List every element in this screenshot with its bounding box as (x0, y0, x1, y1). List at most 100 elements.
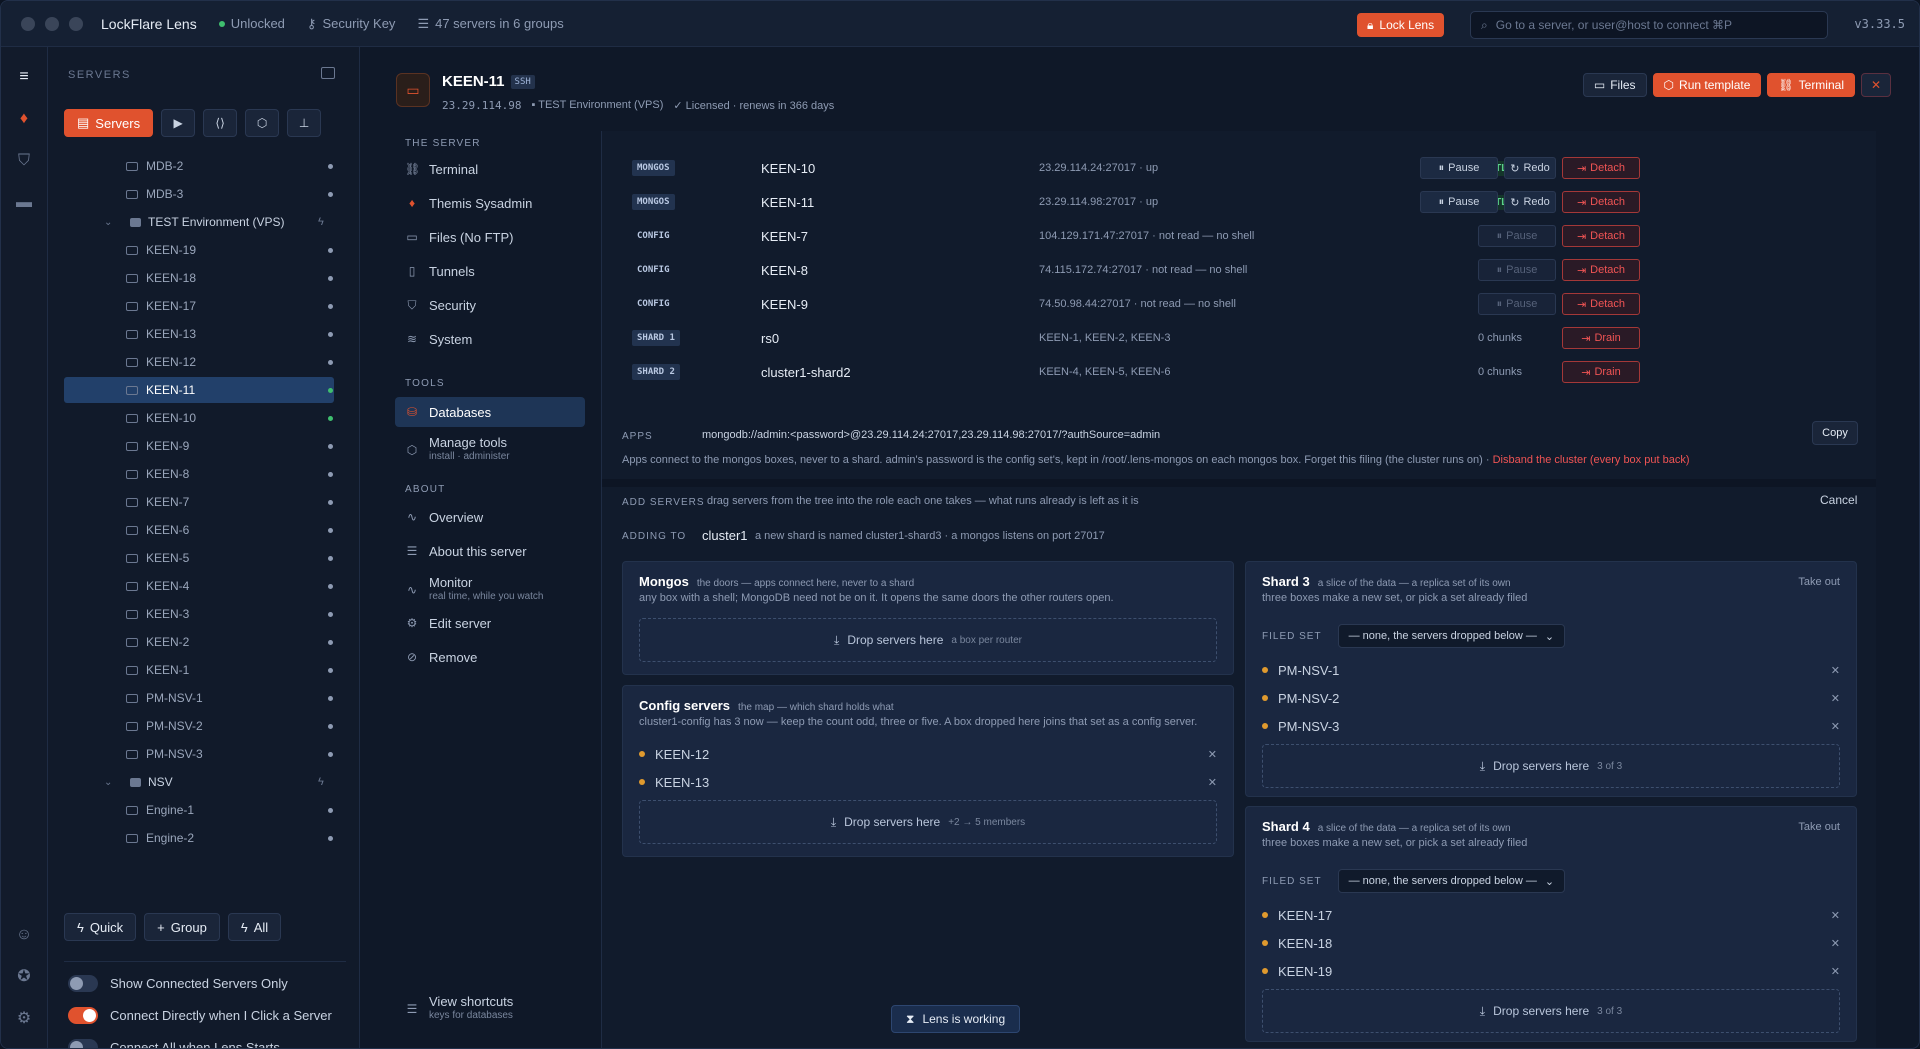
tree-server-item[interactable]: KEEN-10 (64, 405, 334, 431)
nav-manage-tools[interactable]: ⬡ Manage tools install · administer (395, 431, 585, 469)
nav-security[interactable]: ⛉ Security (395, 291, 585, 319)
remove-member-icon[interactable]: ✕ (1831, 720, 1840, 733)
tree-server-item[interactable]: Engine-2 (64, 825, 334, 851)
detach-button[interactable]: ⇥ Detach (1562, 157, 1640, 179)
terminal-button[interactable]: ⛓ Terminal (1767, 73, 1855, 97)
tree-server-item[interactable]: KEEN-4 (64, 573, 334, 599)
tree-group[interactable]: ⌄ NSV ϟ (64, 769, 334, 795)
servers-tool-button[interactable]: ▤ Servers (64, 109, 154, 137)
remove-member-icon[interactable]: ✕ (1208, 748, 1217, 761)
toggle-connect-directly[interactable]: Connect Directly when I Click a Server (68, 1007, 332, 1024)
minimize-window-button[interactable] (45, 16, 59, 31)
box-tool-button[interactable]: ⬡ (245, 109, 280, 137)
cancel-button[interactable]: Cancel (1820, 493, 1857, 507)
tree-server-item[interactable]: KEEN-12 (64, 349, 334, 375)
tree-server-item[interactable]: KEEN-17 (64, 293, 334, 319)
tree-server-item[interactable]: MDB-2 (64, 153, 334, 179)
folder-rail-icon[interactable]: ▬ (14, 193, 34, 213)
tree-server-item[interactable]: KEEN-2 (64, 629, 334, 655)
toggle-show-connected[interactable]: Show Connected Servers Only (68, 975, 288, 992)
drain-button[interactable]: ⇥ Drain (1562, 327, 1640, 349)
redo-button[interactable]: ↻ Redo (1504, 191, 1556, 213)
remove-member-icon[interactable]: ✕ (1208, 776, 1217, 789)
tree-server-item[interactable]: KEEN-3 (64, 601, 334, 627)
nav-edit-server[interactable]: ⚙ Edit server (395, 609, 585, 637)
detach-button[interactable]: ⇥ Detach (1562, 293, 1640, 315)
chevron-down-icon[interactable]: ⌄ (104, 777, 112, 788)
nav-tunnels[interactable]: ▯ Tunnels (395, 257, 585, 285)
all-button[interactable]: ϟ All (227, 913, 282, 941)
topology-tool-button[interactable]: ⊥ (287, 109, 322, 137)
detach-button[interactable]: ⇥ Detach (1562, 259, 1640, 281)
nav-about-server[interactable]: ☰ About this server (395, 537, 585, 565)
toggle-switch[interactable] (68, 975, 98, 992)
pause-button[interactable]: ⏸ Pause (1420, 191, 1498, 213)
lock-lens-button[interactable]: 🔒︎ Lock Lens (1357, 13, 1445, 37)
nav-remove[interactable]: ⊘ Remove (395, 643, 585, 671)
close-window-button[interactable] (21, 16, 35, 31)
quick-button[interactable]: ϟ Quick (64, 913, 137, 941)
flame-rail-icon[interactable]: ♦ (14, 109, 34, 129)
toggle-connect-all[interactable]: Connect All when Lens Starts (68, 1039, 280, 1048)
disband-cluster-link[interactable]: Disband the cluster (every box put back) (1493, 454, 1690, 466)
config-drop-zone[interactable]: ⤓ Drop servers here +2 → 5 members (639, 800, 1217, 844)
badge-rail-icon[interactable]: ✪ (14, 967, 34, 987)
maximize-window-button[interactable] (69, 16, 83, 31)
pause-button[interactable]: ⏸ Pause (1420, 157, 1498, 179)
drain-button[interactable]: ⇥ Drain (1562, 361, 1640, 383)
play-tool-button[interactable]: ▶ (161, 109, 196, 137)
gear-icon[interactable]: ⚙ (14, 1009, 34, 1029)
nav-themis-sysadmin[interactable]: ♦ Themis Sysadmin (395, 189, 585, 217)
close-button[interactable]: ✕ (1861, 73, 1891, 97)
tree-server-item[interactable]: KEEN-11 (64, 377, 334, 403)
run-template-button[interactable]: ⬡ Run template (1652, 73, 1762, 97)
tree-server-item[interactable]: KEEN-18 (64, 265, 334, 291)
pause-button[interactable]: ⏸ Pause (1478, 225, 1556, 247)
nav-terminal[interactable]: ⛓ Terminal (395, 155, 585, 183)
take-out-button[interactable]: Take out (1798, 576, 1840, 588)
users-rail-icon[interactable]: ☺ (14, 925, 34, 945)
filed-set-select[interactable]: — none, the servers dropped below — ⌄ (1337, 869, 1566, 893)
take-out-button[interactable]: Take out (1798, 821, 1840, 833)
code-tool-button[interactable]: ⟨⟩ (203, 109, 238, 137)
tree-server-item[interactable]: KEEN-13 (64, 321, 334, 347)
filed-set-select[interactable]: — none, the servers dropped below — ⌄ (1337, 624, 1566, 648)
toggle-switch[interactable] (68, 1039, 98, 1048)
remove-member-icon[interactable]: ✕ (1831, 937, 1840, 950)
tree-server-item[interactable]: PM-NSV-1 (64, 685, 334, 711)
tree-server-item[interactable]: KEEN-9 (64, 433, 334, 459)
tree-server-item[interactable]: MDB-3 (64, 181, 334, 207)
remove-member-icon[interactable]: ✕ (1831, 965, 1840, 978)
shield-rail-icon[interactable]: ⛉ (14, 151, 34, 171)
copy-uri-button[interactable]: Copy (1812, 421, 1858, 445)
pause-button[interactable]: ⏸ Pause (1478, 293, 1556, 315)
group-button[interactable]: + Group (144, 913, 220, 941)
tree-group[interactable]: ⌄ TEST Environment (VPS) ϟ (64, 209, 334, 235)
nav-databases[interactable]: ⛁ Databases (395, 397, 585, 427)
bolt-icon[interactable]: ϟ (318, 216, 324, 228)
detach-button[interactable]: ⇥ Detach (1562, 191, 1640, 213)
nav-files[interactable]: ▭ Files (No FTP) (395, 223, 585, 251)
shard4-drop-zone[interactable]: ⤓ Drop servers here 3 of 3 (1262, 989, 1840, 1033)
tree-server-item[interactable]: KEEN-6 (64, 517, 334, 543)
tree-server-item[interactable]: PM-NSV-3 (64, 741, 334, 767)
bolt-icon[interactable]: ϟ (318, 776, 324, 788)
shard3-drop-zone[interactable]: ⤓ Drop servers here 3 of 3 (1262, 744, 1840, 788)
nav-monitor[interactable]: ∿ Monitor real time, while you watch (395, 571, 585, 609)
remove-member-icon[interactable]: ✕ (1831, 692, 1840, 705)
search-input[interactable]: ⌕ Go to a server, or user@host to connect… (1470, 11, 1828, 39)
connection-uri[interactable]: mongodb://admin:<password>@23.29.114.24:… (702, 429, 1160, 441)
nav-system[interactable]: ≋ System (395, 325, 585, 353)
detach-button[interactable]: ⇥ Detach (1562, 225, 1640, 247)
tree-server-item[interactable]: KEEN-7 (64, 489, 334, 515)
tree-server-item[interactable]: Engine-1 (64, 797, 334, 823)
mongos-drop-zone[interactable]: ⤓ Drop servers here a box per router (639, 618, 1217, 662)
tree-server-item[interactable]: KEEN-8 (64, 461, 334, 487)
pause-button[interactable]: ⏸ Pause (1478, 259, 1556, 281)
collapse-sidebar-icon[interactable] (321, 67, 335, 79)
remove-member-icon[interactable]: ✕ (1831, 909, 1840, 922)
nav-view-shortcuts[interactable]: ☰ View shortcuts keys for databases (395, 991, 585, 1027)
nav-overview[interactable]: ∿ Overview (395, 503, 585, 531)
tree-server-item[interactable]: KEEN-19 (64, 237, 334, 263)
tree-server-item[interactable]: KEEN-5 (64, 545, 334, 571)
